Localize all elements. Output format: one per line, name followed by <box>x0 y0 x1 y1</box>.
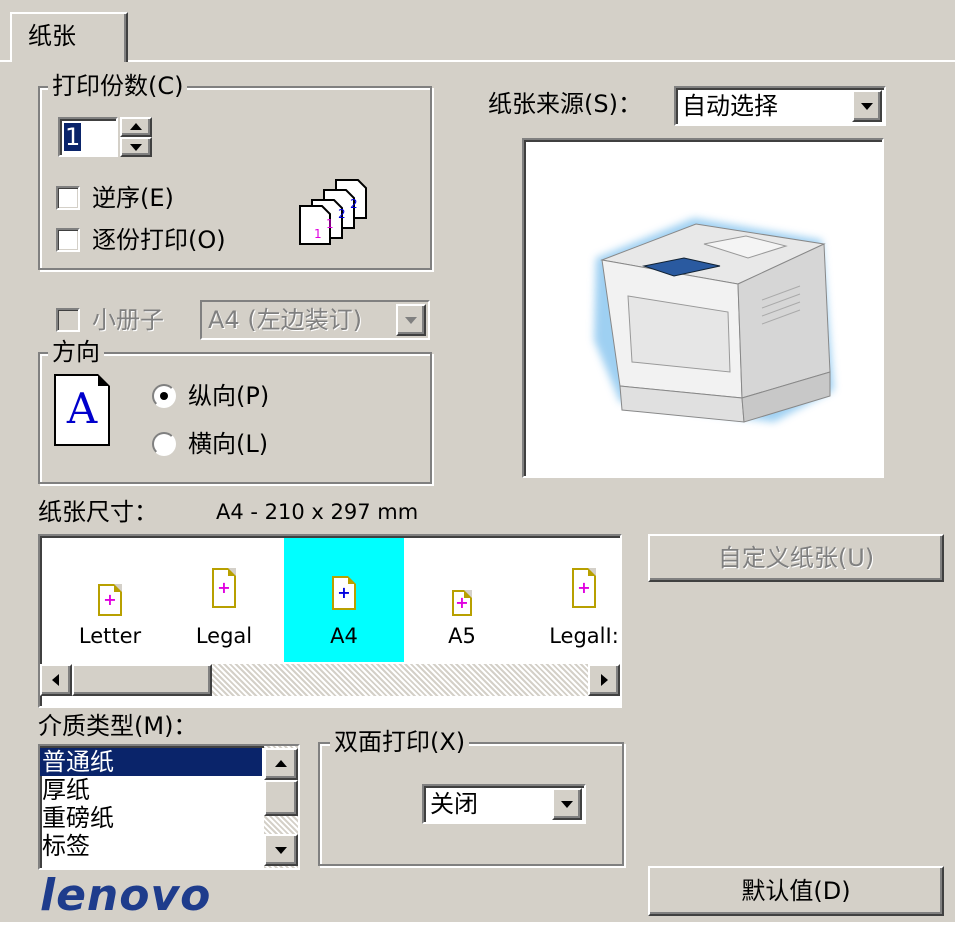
booklet-label[interactable]: 小册子 <box>92 306 164 334</box>
media-type-vscrollbar[interactable] <box>264 746 298 868</box>
spin-down-icon <box>130 144 142 151</box>
media-type-item[interactable]: 厚纸 <box>40 776 90 804</box>
paper-source-value: 自动选择 <box>682 92 778 120</box>
chevron-down-icon <box>405 317 417 324</box>
paper-size-item-legal[interactable]: + Legal <box>164 538 284 662</box>
orientation-group-title: 方向 <box>48 338 104 366</box>
reverse-order-checkbox[interactable] <box>56 186 80 210</box>
media-type-item[interactable]: 普通纸 <box>40 748 262 776</box>
paper-size-hscrollbar[interactable] <box>40 664 620 696</box>
landscape-radio[interactable] <box>152 432 176 456</box>
paper-size-item-letter[interactable]: + Letter <box>50 538 170 662</box>
paper-size-item-a4[interactable]: + A4 <box>284 538 404 662</box>
duplex-group-title: 双面打印(X) <box>330 728 470 756</box>
svg-text:2: 2 <box>338 207 346 221</box>
tab-content-border <box>0 60 955 62</box>
booklet-checkbox[interactable] <box>56 308 80 332</box>
printer-icon <box>594 218 834 423</box>
collate-label[interactable]: 逐份打印(O) <box>92 226 226 254</box>
paper-page-icon: + <box>212 568 236 608</box>
orientation-letter: A <box>66 384 98 433</box>
tab-paper[interactable]: 纸张 <box>10 12 128 62</box>
collate-checkbox[interactable] <box>56 228 80 252</box>
portrait-page-icon: A <box>54 374 110 446</box>
copies-group-title: 打印份数(C) <box>48 72 188 100</box>
paper-page-icon: + <box>98 584 122 616</box>
copies-spin-up[interactable] <box>120 117 152 137</box>
paper-source-select[interactable]: 自动选择 <box>674 86 886 126</box>
scroll-thumb[interactable] <box>264 780 298 816</box>
chevron-down-icon <box>861 103 873 110</box>
media-type-item[interactable]: 重磅纸 <box>40 804 114 832</box>
paper-source-label: 纸张来源(S)： <box>488 90 642 118</box>
paper-size-item-label: LegalI: <box>549 624 619 648</box>
paper-size-list[interactable]: + Letter + Legal + A4 + A5 + LegalI: <box>38 534 622 708</box>
portrait-label[interactable]: 纵向(P) <box>188 382 269 410</box>
media-type-label: 介质类型(M)： <box>38 712 198 740</box>
svg-text:1: 1 <box>314 227 322 241</box>
arrow-left-icon <box>52 674 59 686</box>
booklet-dropdown-button[interactable] <box>396 304 426 336</box>
media-type-item[interactable]: 标签 <box>40 832 90 860</box>
defaults-button[interactable]: 默认值(D) <box>648 866 944 916</box>
booklet-value: A4 (左边装订) <box>208 306 363 334</box>
copies-value: 1 <box>64 123 82 151</box>
scroll-right-button[interactable] <box>588 664 620 696</box>
paper-size-item-label: A4 <box>330 624 358 648</box>
printer-preview <box>522 138 884 478</box>
scroll-down-button[interactable] <box>264 834 298 866</box>
tab-paper-label: 纸张 <box>28 22 76 50</box>
custom-paper-button[interactable]: 自定义纸张(U) <box>648 534 944 582</box>
duplex-select[interactable]: 关闭 <box>422 784 586 824</box>
media-type-list[interactable]: 普通纸 厚纸 重磅纸 标签 <box>38 744 300 870</box>
arrow-right-icon <box>601 674 608 686</box>
arrow-down-icon <box>275 847 287 854</box>
dialog-panel: 纸张 打印份数(C) 1 逆序(E) 逐份打印(O) 1 1 2 2 纸张来源(… <box>0 0 955 922</box>
scroll-up-button[interactable] <box>264 748 298 780</box>
svg-text:1: 1 <box>326 217 334 231</box>
duplex-value: 关闭 <box>430 790 478 818</box>
paper-page-icon: + <box>572 568 596 608</box>
paper-size-item-legal-ii[interactable]: + LegalI: <box>524 538 620 662</box>
portrait-radio[interactable] <box>152 384 176 408</box>
scroll-left-button[interactable] <box>40 664 72 696</box>
duplex-dropdown-button[interactable] <box>552 788 582 820</box>
paper-page-icon: + <box>452 590 472 616</box>
chevron-down-icon <box>561 801 573 808</box>
paper-size-value: A4 - 210 x 297 mm <box>216 500 419 524</box>
arrow-up-icon <box>275 760 287 767</box>
copies-input[interactable]: 1 <box>58 117 118 157</box>
scroll-thumb[interactable] <box>72 664 212 696</box>
paper-size-label: 纸张尺寸： <box>38 498 158 526</box>
paper-page-icon: + <box>332 576 356 610</box>
paper-size-item-a5[interactable]: + A5 <box>402 538 522 662</box>
copies-spin-down[interactable] <box>120 137 152 157</box>
spin-up-icon <box>130 123 142 130</box>
paper-source-dropdown-button[interactable] <box>852 90 882 122</box>
lenovo-logo: lenovo <box>40 870 212 921</box>
custom-paper-button-label: 自定义纸张(U) <box>717 544 875 572</box>
booklet-select[interactable]: A4 (左边装订) <box>200 300 430 340</box>
collate-pages-icon: 1 1 2 2 <box>299 179 367 245</box>
paper-size-item-label: Legal <box>195 624 253 648</box>
svg-text:2: 2 <box>350 197 358 211</box>
defaults-button-label: 默认值(D) <box>741 877 851 905</box>
paper-size-item-label: A5 <box>448 624 476 648</box>
reverse-order-label[interactable]: 逆序(E) <box>92 184 174 212</box>
paper-size-item-label: Letter <box>78 624 142 648</box>
landscape-label[interactable]: 横向(L) <box>188 430 268 458</box>
